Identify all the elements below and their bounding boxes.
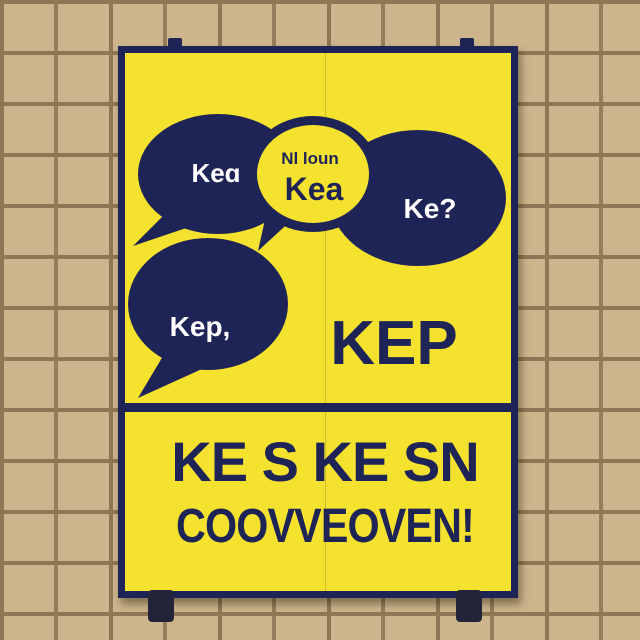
bubble-1-text: Keɑ [191,158,240,188]
bubble-2-small-text: Nl loun [281,149,339,168]
bubble-4-text: Kep, [170,311,231,342]
bottom-text-line-1: KE S KE SN [171,430,479,493]
bubble-2-text: Kea [285,171,344,207]
mounting-bracket-right [456,590,482,622]
headline-text: KEP [330,309,457,378]
bottom-text-line-2: COOVVEOVEN! [176,500,475,553]
bubble-3-text: Ke? [404,193,457,224]
speech-bubbles-graphic: Keɑ Ke? Nl loun Kea Kep, KEP [128,114,506,398]
mounting-bracket-left [148,590,174,622]
speech-bubble-4: Kep, [128,238,288,398]
